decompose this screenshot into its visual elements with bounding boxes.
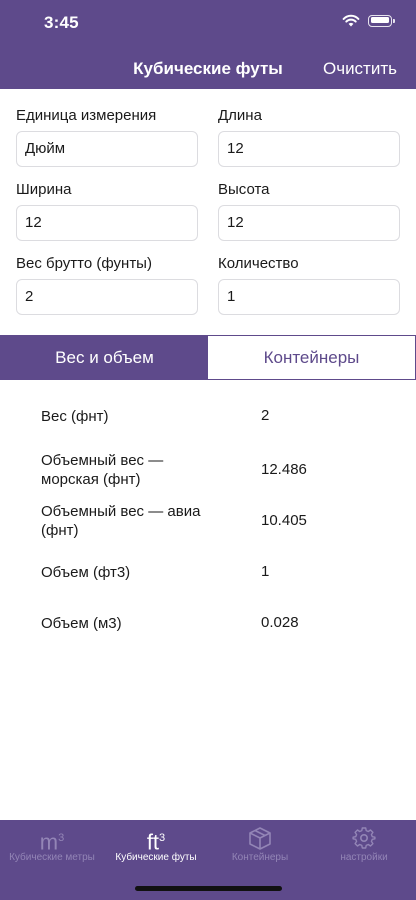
tab-cubic-meters[interactable]: m3 Кубические метры	[0, 820, 104, 868]
result-value: 0.028	[261, 614, 299, 631]
home-indicator	[135, 886, 282, 891]
width-field[interactable]: 12	[16, 205, 198, 241]
gear-icon	[312, 826, 416, 850]
height-label: Высота	[218, 181, 270, 198]
status-icons	[342, 14, 395, 27]
length-field[interactable]: 12	[218, 131, 400, 167]
tab-settings[interactable]: настройки	[312, 820, 416, 868]
quantity-field[interactable]: 1	[218, 279, 400, 315]
tab-containers[interactable]: Контейнеры	[208, 820, 312, 868]
result-value: 10.405	[261, 512, 307, 529]
tab-label: Контейнеры	[231, 852, 289, 863]
screen: 3:45 Кубические футы Очистить Единица из…	[0, 0, 416, 900]
result-label: Объемный вес — морская (фнт)	[41, 452, 164, 488]
result-label: Объем (м3)	[41, 615, 122, 632]
tab-label: настройки	[340, 852, 388, 863]
height-field[interactable]: 12	[218, 205, 400, 241]
gross-weight-field[interactable]: 2	[16, 279, 198, 315]
result-value: 1	[261, 563, 270, 580]
unit-label: Единица измерения	[16, 107, 157, 124]
unit-field[interactable]: Дюйм	[16, 131, 198, 167]
battery-icon	[368, 14, 395, 27]
wifi-icon	[342, 14, 360, 27]
gross-weight-label: Вес брутто (фунты)	[16, 255, 152, 272]
result-label: Объемный вес — авиа (фнт)	[41, 503, 201, 539]
cubic-meters-icon: m3	[39, 829, 65, 855]
tab-label: Кубические метры	[9, 852, 95, 863]
quantity-label: Количество	[218, 255, 299, 272]
result-label: Объем (фт3)	[41, 564, 131, 581]
width-label: Ширина	[16, 181, 72, 198]
segmented-control: Вес и объем Контейнеры	[0, 335, 416, 380]
header: 3:45 Кубические футы Очистить	[0, 0, 416, 89]
result-value: 12.486	[261, 461, 307, 478]
segment-weight-volume[interactable]: Вес и объем	[1, 336, 208, 379]
result-label: Вес (фнт)	[41, 408, 109, 425]
segment-containers[interactable]: Контейнеры	[208, 336, 415, 379]
cubic-feet-icon: ft3	[146, 829, 166, 855]
clear-button[interactable]: Очистить	[323, 59, 397, 79]
status-time: 3:45	[44, 13, 79, 32]
result-value: 2	[261, 407, 270, 424]
length-label: Длина	[218, 107, 262, 124]
box-icon	[208, 826, 312, 850]
tab-cubic-feet[interactable]: ft3 Кубические футы	[104, 820, 208, 868]
tab-label: Кубические футы	[115, 852, 197, 863]
